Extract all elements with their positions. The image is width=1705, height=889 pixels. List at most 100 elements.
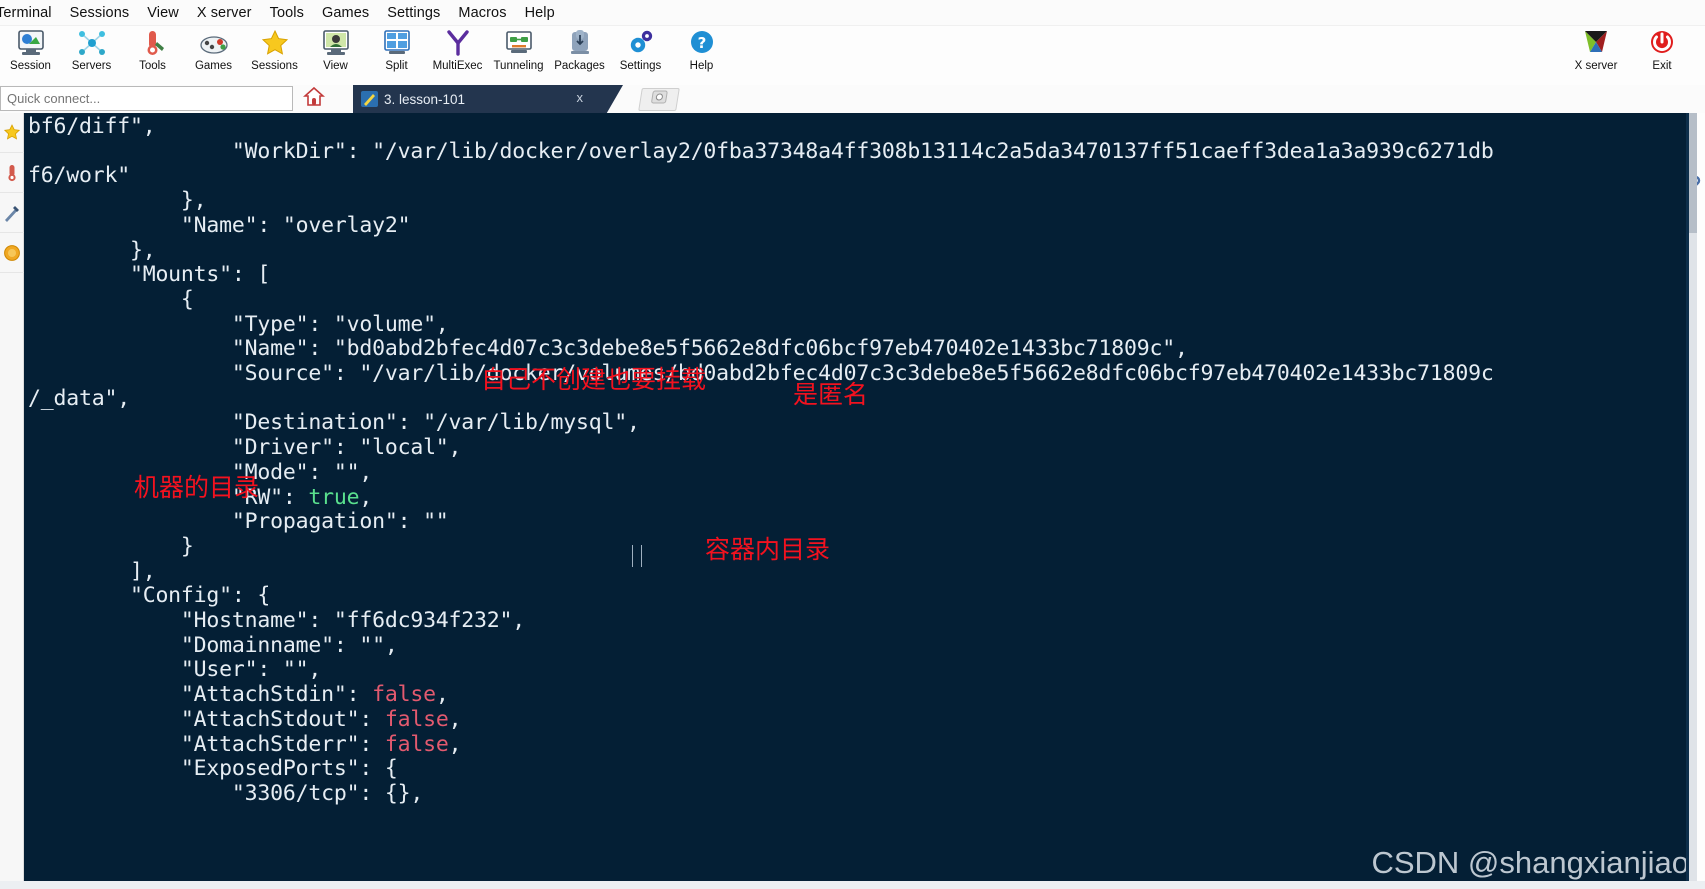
toolbar-session-button[interactable]: Session [0,26,61,84]
toolbar-games-button[interactable]: Games [183,26,244,84]
toolbar-tunneling-button[interactable]: Tunneling [488,26,549,84]
toolbar-multiexec-button[interactable]: MultiExec [427,26,488,84]
terminal-span: }, [28,188,207,214]
menu-xserver[interactable]: X server [188,3,261,23]
toolbar-split-button[interactable]: Split [366,26,427,84]
menu-sessions[interactable]: Sessions [61,3,139,23]
tab-close-icon[interactable]: x [577,90,584,105]
toolbar-servers-label: Servers [71,60,112,72]
toolbar-settings-button[interactable]: Settings [610,26,671,84]
terminal-span: /_data", [28,385,130,411]
terminal-span: "AttachStderr": [28,731,385,757]
terminal-span: , [359,484,373,510]
toolbar-right-group: X server Exit [1563,26,1695,84]
terminal-span: "Config": { [28,583,271,609]
toolbar-help-label: Help [689,60,714,72]
home-button[interactable] [300,86,328,112]
view-icon [321,28,351,58]
annotation-anonymous: 是匿名 [793,380,869,409]
terminal-line: "Name": "overlay2" [28,212,1697,239]
terminal-line: { [28,287,1697,313]
terminal-tab-icon [361,91,378,107]
macros-coin-icon[interactable] [0,233,24,273]
terminal-span: "Name": "bd0abd2bfec4d07c3c3debe8e5f5662… [28,336,1188,362]
menu-bar: Terminal Sessions View X server Tools Ga… [0,0,1705,26]
terminal-span: "WorkDir": "/var/lib/docker/overlay2/0fb… [28,138,1494,164]
menu-macros[interactable]: Macros [449,3,515,23]
terminal-line: }, [28,237,1697,264]
toolbar-tools-button[interactable]: Tools [122,26,183,84]
tab-lesson-101[interactable]: 3. lesson-101 x [353,85,623,113]
terminal-line: "Propagation": "" [28,509,1697,535]
terminal-line: } [28,533,1697,560]
terminal-span: ], [28,558,156,584]
annotation-host-dir: 机器的目录 [134,473,260,502]
toolbar-tools-label: Tools [139,60,166,72]
terminal-span: bf6/diff", [28,114,156,139]
toolbar-packages-button[interactable]: Packages [549,26,610,84]
terminal-line: "User": "", [28,658,1697,683]
terminal-span: "AttachStdin": [28,682,373,708]
menu-settings[interactable]: Settings [378,3,449,23]
tab-label: 3. lesson-101 [384,91,466,107]
terminal-span: true [308,484,360,510]
terminal-line: "Type": "volume", [28,312,1697,338]
sessions-star-icon [260,28,290,58]
terminal-line: "Config": { [28,584,1697,609]
terminal-span: "Mounts": [ [28,262,271,288]
menu-games[interactable]: Games [313,3,378,23]
settings-gear-icon [626,28,656,58]
toolbar-view-button[interactable]: View [305,26,366,84]
toolbar-exit-label: Exit [1652,60,1672,72]
menu-terminal[interactable]: Terminal [0,3,61,23]
toolbar-xserver-button[interactable]: X server [1563,26,1629,84]
terminal-scrollbar-thumb[interactable] [1689,113,1697,233]
terminal-span: false [384,706,449,732]
terminal-scrollbar[interactable] [1689,113,1697,889]
terminal-span: , [435,682,449,708]
toolbar-settings-label: Settings [619,60,662,72]
new-tab-icon [649,90,668,109]
terminal-pane[interactable]: bf6/diff", "WorkDir": "/var/lib/docker/o… [24,113,1697,889]
new-tab-button[interactable] [638,88,680,111]
thermometer-icon[interactable] [0,153,24,193]
terminal-line: "Destination": "/var/lib/mysql", [28,411,1697,436]
terminal-line: "RW": true, [28,484,1697,511]
servers-icon [77,28,107,58]
terminal-line: "Hostname": "ff6dc934f232", [28,608,1697,634]
toolbar-games-label: Games [194,60,233,72]
tools-wrench-icon[interactable] [0,193,24,233]
toolbar-help-button[interactable]: ? Help [671,26,732,84]
terminal-line: "Mounts": [ [28,262,1697,288]
terminal-span: false [372,682,436,708]
annotation-must-mount: 自己不创建也要挂载 [481,365,707,394]
terminal-span: "Name": "overlay2" [28,212,411,238]
terminal-line: ], [28,558,1697,585]
terminal-span: "User": "", [28,657,322,683]
terminal-span: }, [28,237,156,263]
terminal-line: f6/work" [28,164,1697,189]
terminal-span: "Driver": "local", [28,435,462,461]
toolbar-tunneling-label: Tunneling [493,60,544,72]
csdn-watermark: CSDN @shangxianjiao [1371,845,1689,880]
terminal-line: "ExposedPorts": { [28,756,1697,782]
toolbar-session-label: Session [10,60,51,72]
mobaxterm-window: Terminal Sessions View X server Tools Ga… [0,0,1705,889]
toolbar-servers-button[interactable]: Servers [61,26,122,84]
toolbar-packages-label: Packages [554,60,605,72]
status-strip [0,881,1705,889]
terminal-span: , [448,731,462,757]
packages-icon [565,28,595,58]
quick-connect-input[interactable] [0,86,293,111]
tools-icon [138,28,168,58]
toolbar-exit-button[interactable]: Exit [1629,26,1695,84]
toolbar-sessions-button[interactable]: Sessions [244,26,305,84]
terminal-span: } [28,533,194,559]
terminal-text: bf6/diff", "WorkDir": "/var/lib/docker/o… [24,113,1697,807]
menu-view[interactable]: View [138,3,188,23]
menu-tools[interactable]: Tools [261,3,313,23]
terminal-span: "Source": "/var/lib/docker/volumes/bd0ab… [28,361,1494,387]
favorites-star-icon[interactable] [0,113,24,153]
menu-help[interactable]: Help [516,3,564,23]
terminal-span: "3306/tcp": {}, [28,780,424,806]
